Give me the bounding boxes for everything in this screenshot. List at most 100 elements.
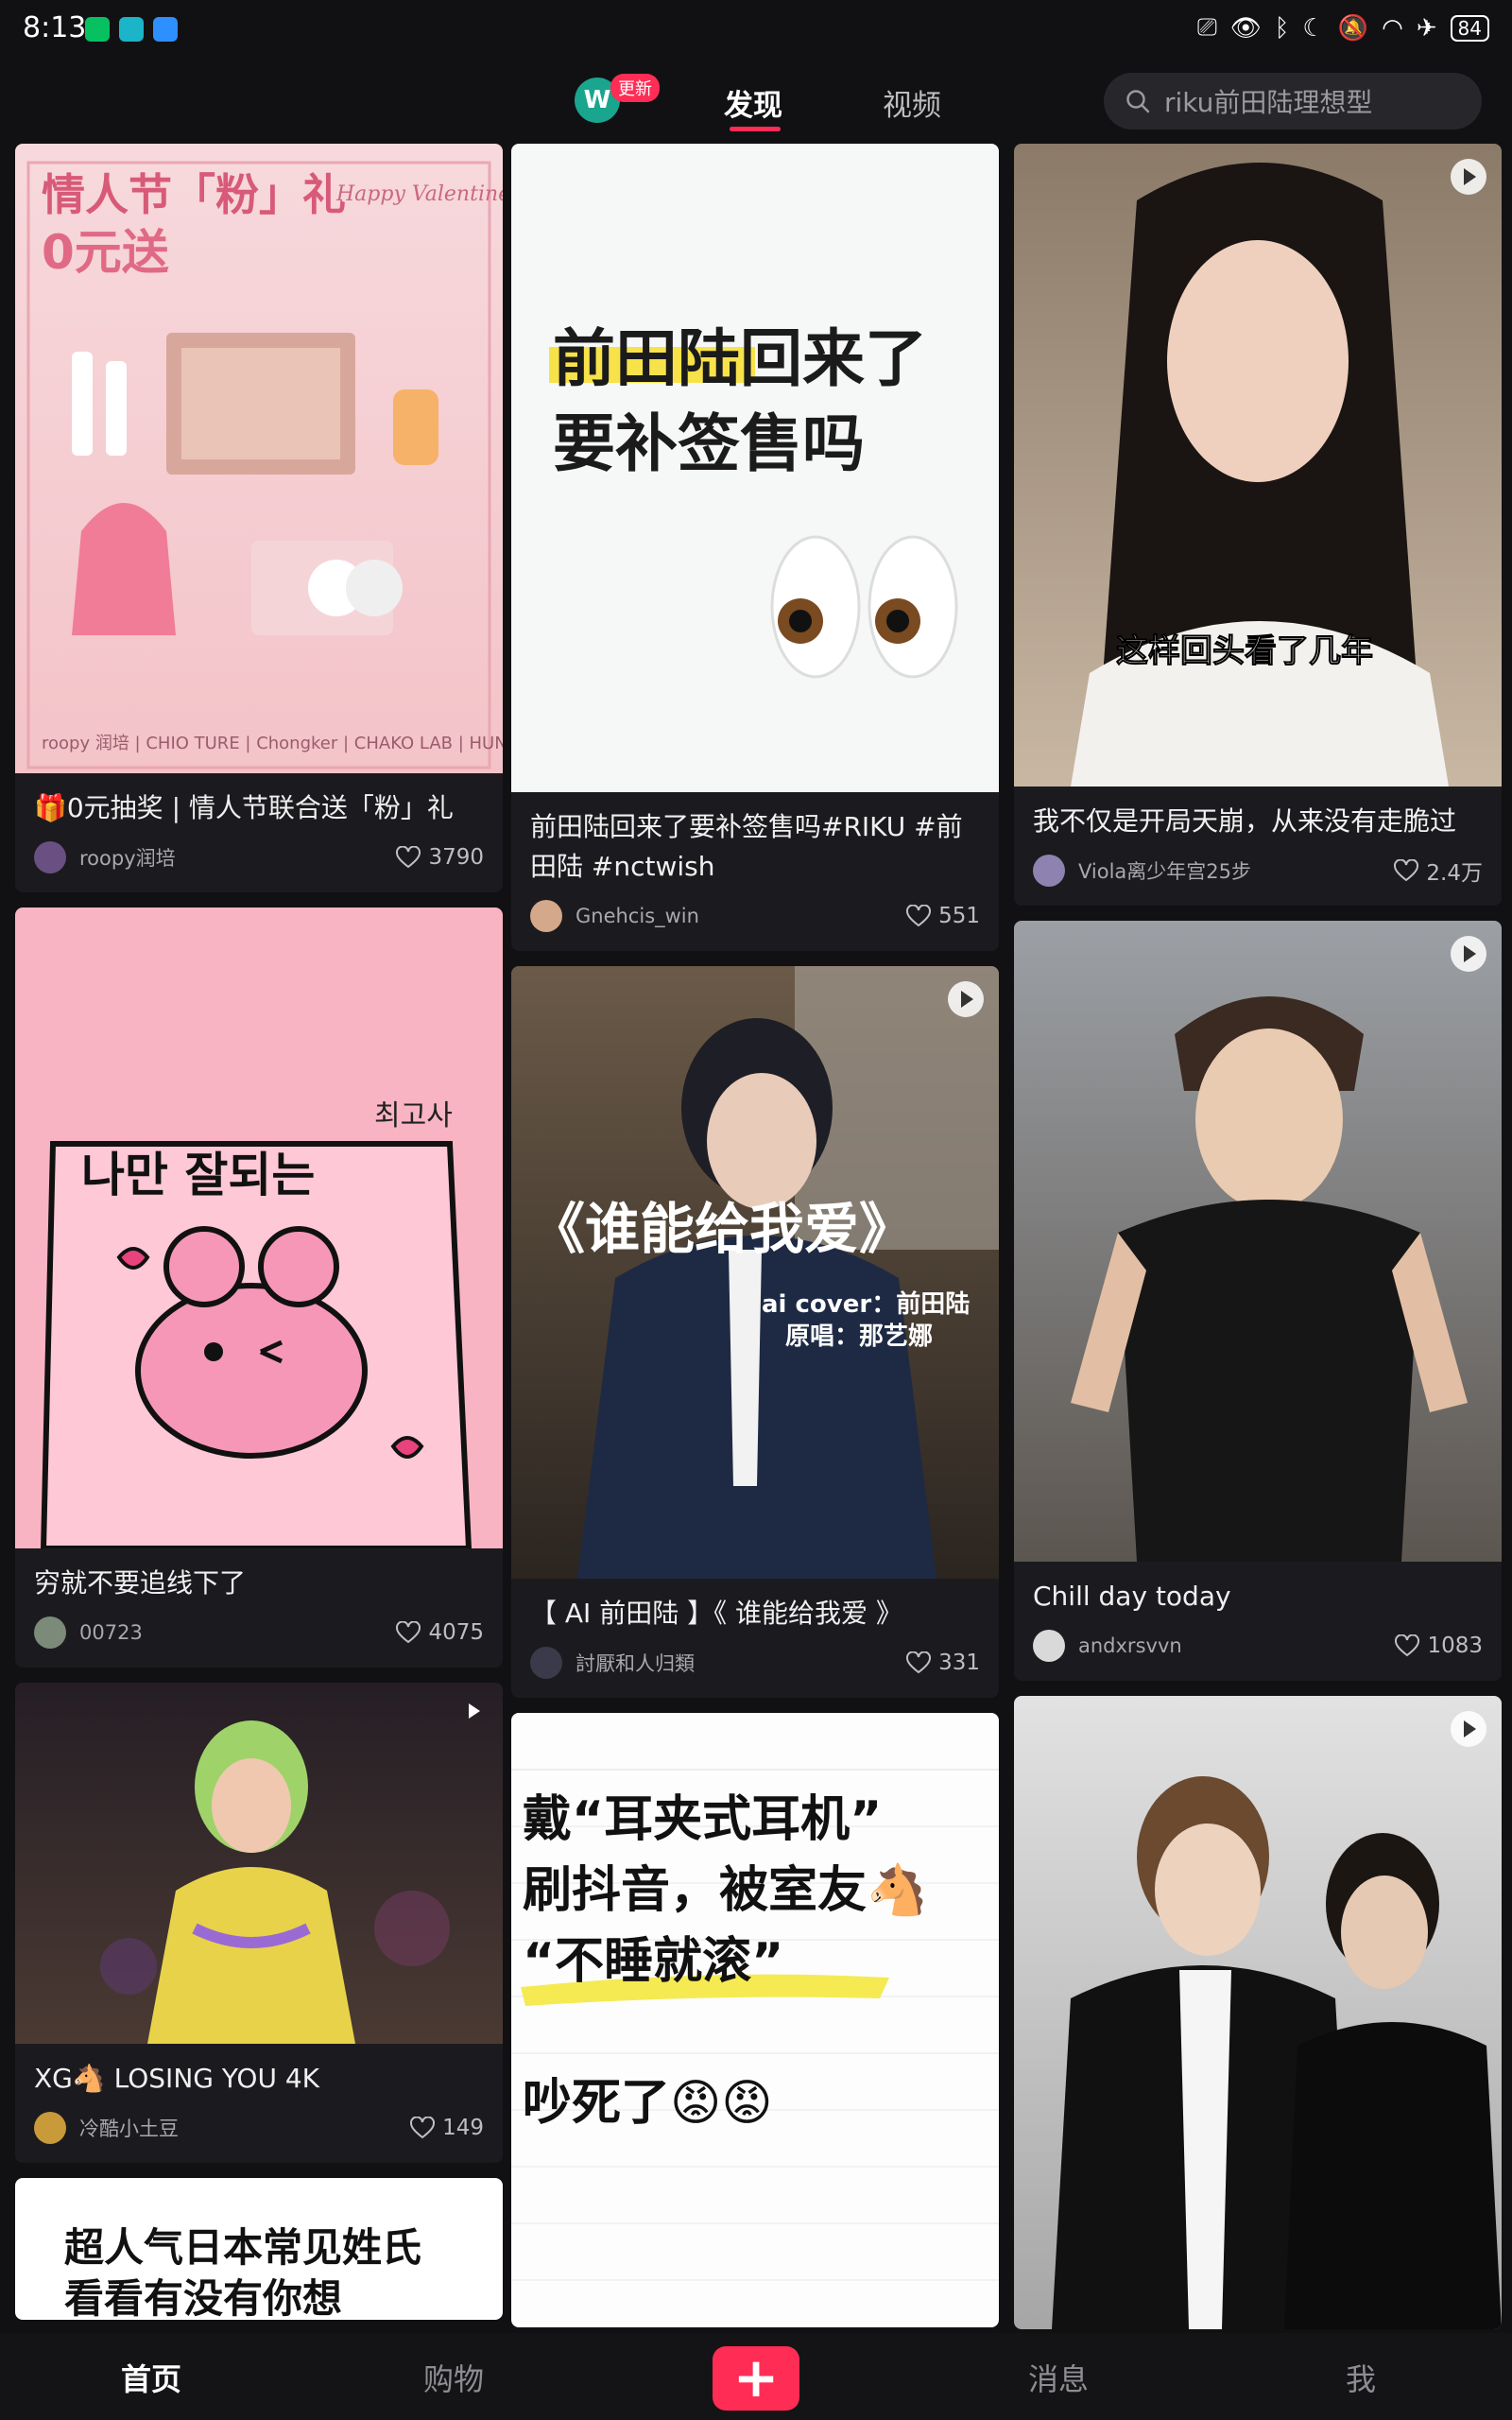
like-button[interactable]: 331 [906, 1651, 980, 1675]
names-line-1: 超人气日本常见姓氏 [64, 2224, 421, 2271]
author-name[interactable]: Gnehcis_win [576, 905, 906, 927]
video-play-icon [948, 981, 984, 1017]
video-play-icon [1451, 936, 1486, 972]
tab-video[interactable]: 视频 [883, 81, 941, 124]
status-bar: 8:13 ⎚ 👁 ᛒ ☾ 🔕 ◠ ✈ 84 [0, 0, 1512, 60]
tab-discover[interactable]: 发现 [724, 81, 782, 124]
cover-image: 情人节「粉」礼 0元送 Happy Valentine's Day roopy … [15, 144, 503, 773]
feed-grid: 情人节「粉」礼 0元送 Happy Valentine's Day roopy … [0, 142, 1512, 2333]
card-title: Chill day today [1033, 1581, 1231, 1612]
feed-card-woman[interactable]: 这样回头看了几年 我不仅是开局天崩，从来没有走脆过 Viola离少年宫25步 2… [1014, 144, 1502, 906]
bottom-nav: 首页 购物 + 消息 我 [0, 2333, 1512, 2420]
cover-image: 戴“耳夹式耳机” 刷抖音，被室友🐴 “不睡就滚” 吵死了😡😡 [511, 1713, 999, 2327]
cast-icon: ⎚ [1196, 13, 1217, 42]
avatar[interactable] [34, 2112, 66, 2144]
ear-line-2: 刷抖音，被室友🐴 [523, 1861, 928, 1919]
author-name[interactable]: Viola离少年宫25步 [1078, 856, 1394, 885]
status-time: 8:13 [23, 11, 87, 44]
author-name[interactable]: 00723 [79, 1621, 396, 1644]
download-icon [119, 17, 144, 42]
author-name[interactable]: andxrsvvn [1078, 1634, 1395, 1657]
search-placeholder: riku前田陆理想型 [1164, 87, 1373, 118]
woman-subtitle: 这样回头看了几年 [1116, 632, 1373, 670]
cover-image [1014, 1696, 1502, 2329]
valentine-brands: roopy 润培 | CHIO TURE | Chongker | CHAKO … [42, 734, 503, 753]
feed-column-3: 这样回头看了几年 我不仅是开局天崩，从来没有走脆过 Viola离少年宫25步 2… [1014, 144, 1502, 2333]
airplane-icon: ✈ [1416, 13, 1437, 43]
names-line-2: 看看有没有你想 [64, 2275, 342, 2320]
author-name[interactable]: roopy润培 [79, 843, 396, 872]
feed-card-xg[interactable]: XG🐴 LOSING YOU 4K 冷酷小土豆 149 [15, 1683, 503, 2163]
avatar[interactable] [530, 900, 562, 932]
like-count: 1083 [1427, 1634, 1483, 1658]
like-count: 2.4万 [1426, 861, 1483, 886]
like-button[interactable]: 3790 [396, 845, 484, 870]
ear-line-4: 吵死了😡😡 [523, 2075, 772, 2132]
video-play-icon [459, 1698, 488, 1726]
cloud-icon [153, 17, 178, 42]
heart-icon [396, 846, 421, 869]
like-button[interactable]: 551 [906, 904, 980, 928]
search-input[interactable]: riku前田陆理想型 [1104, 73, 1482, 130]
feed-card-chill[interactable]: Chill day today andxrsvvn 1083 [1014, 921, 1502, 1681]
feed-column-2: 前田陆回来了 要补签售吗 前田陆回来了要补签售吗#RIKU #前田陆 #nctw… [511, 144, 999, 2333]
feed-card-ai-cover[interactable]: 《谁能给我爱》 ai cover：前田陆 原唱：那艺娜 【 AI 前田陆 】《 … [511, 966, 999, 1698]
valentine-headline: 情人节「粉」礼 [42, 169, 346, 220]
ear-line-3: “不睡就滚” [523, 1933, 783, 1990]
card-title: XG🐴 LOSING YOU 4K [34, 2063, 320, 2094]
avatar[interactable] [1033, 855, 1065, 887]
cover-image: 최고사 나만 잘되는 [15, 908, 503, 1548]
like-button[interactable]: 1083 [1395, 1634, 1483, 1658]
like-count: 149 [442, 2116, 484, 2140]
like-count: 551 [938, 904, 980, 928]
nav-home[interactable]: 首页 [76, 2356, 227, 2399]
card-title: 我不仅是开局天崩，从来没有走脆过 [1033, 805, 1457, 837]
like-button[interactable]: 2.4万 [1394, 855, 1483, 887]
heart-icon [410, 2117, 436, 2139]
heart-icon [396, 1621, 421, 1644]
like-button[interactable]: 4075 [396, 1620, 484, 1645]
cover-image: 超人气日本常见姓氏 看看有没有你想 [15, 2178, 503, 2320]
nav-me[interactable]: 我 [1285, 2356, 1436, 2399]
author-name[interactable]: 討厭和人归類 [576, 1649, 906, 1677]
wifi-icon: ◠ [1382, 13, 1403, 43]
cover-image [1014, 921, 1502, 1562]
ai-cover-original: 原唱：那艺娜 [785, 1322, 933, 1351]
tab-active-indicator [730, 127, 781, 131]
feed-card-suits[interactable] [1014, 1696, 1502, 2329]
riku-line-1: 前田陆回来了 [553, 322, 927, 395]
cover-image: 前田陆回来了 要补签售吗 [511, 144, 999, 792]
heart-icon [1394, 859, 1419, 882]
top-nav: W 更新 发现 视频 riku前田陆理想型 [0, 60, 1512, 142]
pink-korean-top: 최고사 [374, 1099, 453, 1132]
feed-card-pink[interactable]: 최고사 나만 잘되는 穷就不要追线下了 00723 4075 [15, 908, 503, 1668]
avatar[interactable] [34, 1616, 66, 1649]
pink-korean-main: 나만 잘되는 [81, 1148, 315, 1202]
riku-line-2: 要补签售吗 [553, 407, 865, 480]
like-count: 4075 [428, 1620, 484, 1645]
update-badge: 更新 [610, 74, 660, 102]
feed-card-riku[interactable]: 前田陆回来了 要补签售吗 前田陆回来了要补签售吗#RIKU #前田陆 #nctw… [511, 144, 999, 951]
video-play-icon [1451, 1711, 1486, 1747]
ear-line-1: 戴“耳夹式耳机” [523, 1791, 882, 1848]
feed-card-valentine[interactable]: 情人节「粉」礼 0元送 Happy Valentine's Day roopy … [15, 144, 503, 892]
nav-messages[interactable]: 消息 [983, 2356, 1134, 2399]
nav-shopping[interactable]: 购物 [378, 2356, 529, 2399]
moon-icon: ☾ [1302, 13, 1325, 43]
video-play-icon [1451, 159, 1486, 195]
avatar[interactable] [34, 841, 66, 873]
card-title: 🎁0元抽奖 | 情人节联合送「粉」礼 [34, 792, 454, 823]
avatar[interactable] [1033, 1630, 1065, 1662]
heart-icon [906, 1651, 932, 1674]
cover-image: 《谁能给我爱》 ai cover：前田陆 原唱：那艺娜 [511, 966, 999, 1579]
like-button[interactable]: 149 [410, 2116, 484, 2140]
valentine-subheadline: 0元送 [42, 225, 169, 280]
cover-image [15, 1683, 503, 2044]
avatar[interactable] [530, 1647, 562, 1679]
author-name[interactable]: 冷酷小土豆 [79, 2114, 410, 2142]
feed-card-earphones[interactable]: 戴“耳夹式耳机” 刷抖音，被室友🐴 “不睡就滚” 吵死了😡😡 [511, 1713, 999, 2327]
like-count: 331 [938, 1651, 980, 1675]
feed-card-names[interactable]: 超人气日本常见姓氏 看看有没有你想 [15, 2178, 503, 2320]
card-title: 【 AI 前田陆 】《 谁能给我爱 》 [530, 1598, 902, 1629]
add-post-button[interactable]: + [713, 2346, 799, 2411]
